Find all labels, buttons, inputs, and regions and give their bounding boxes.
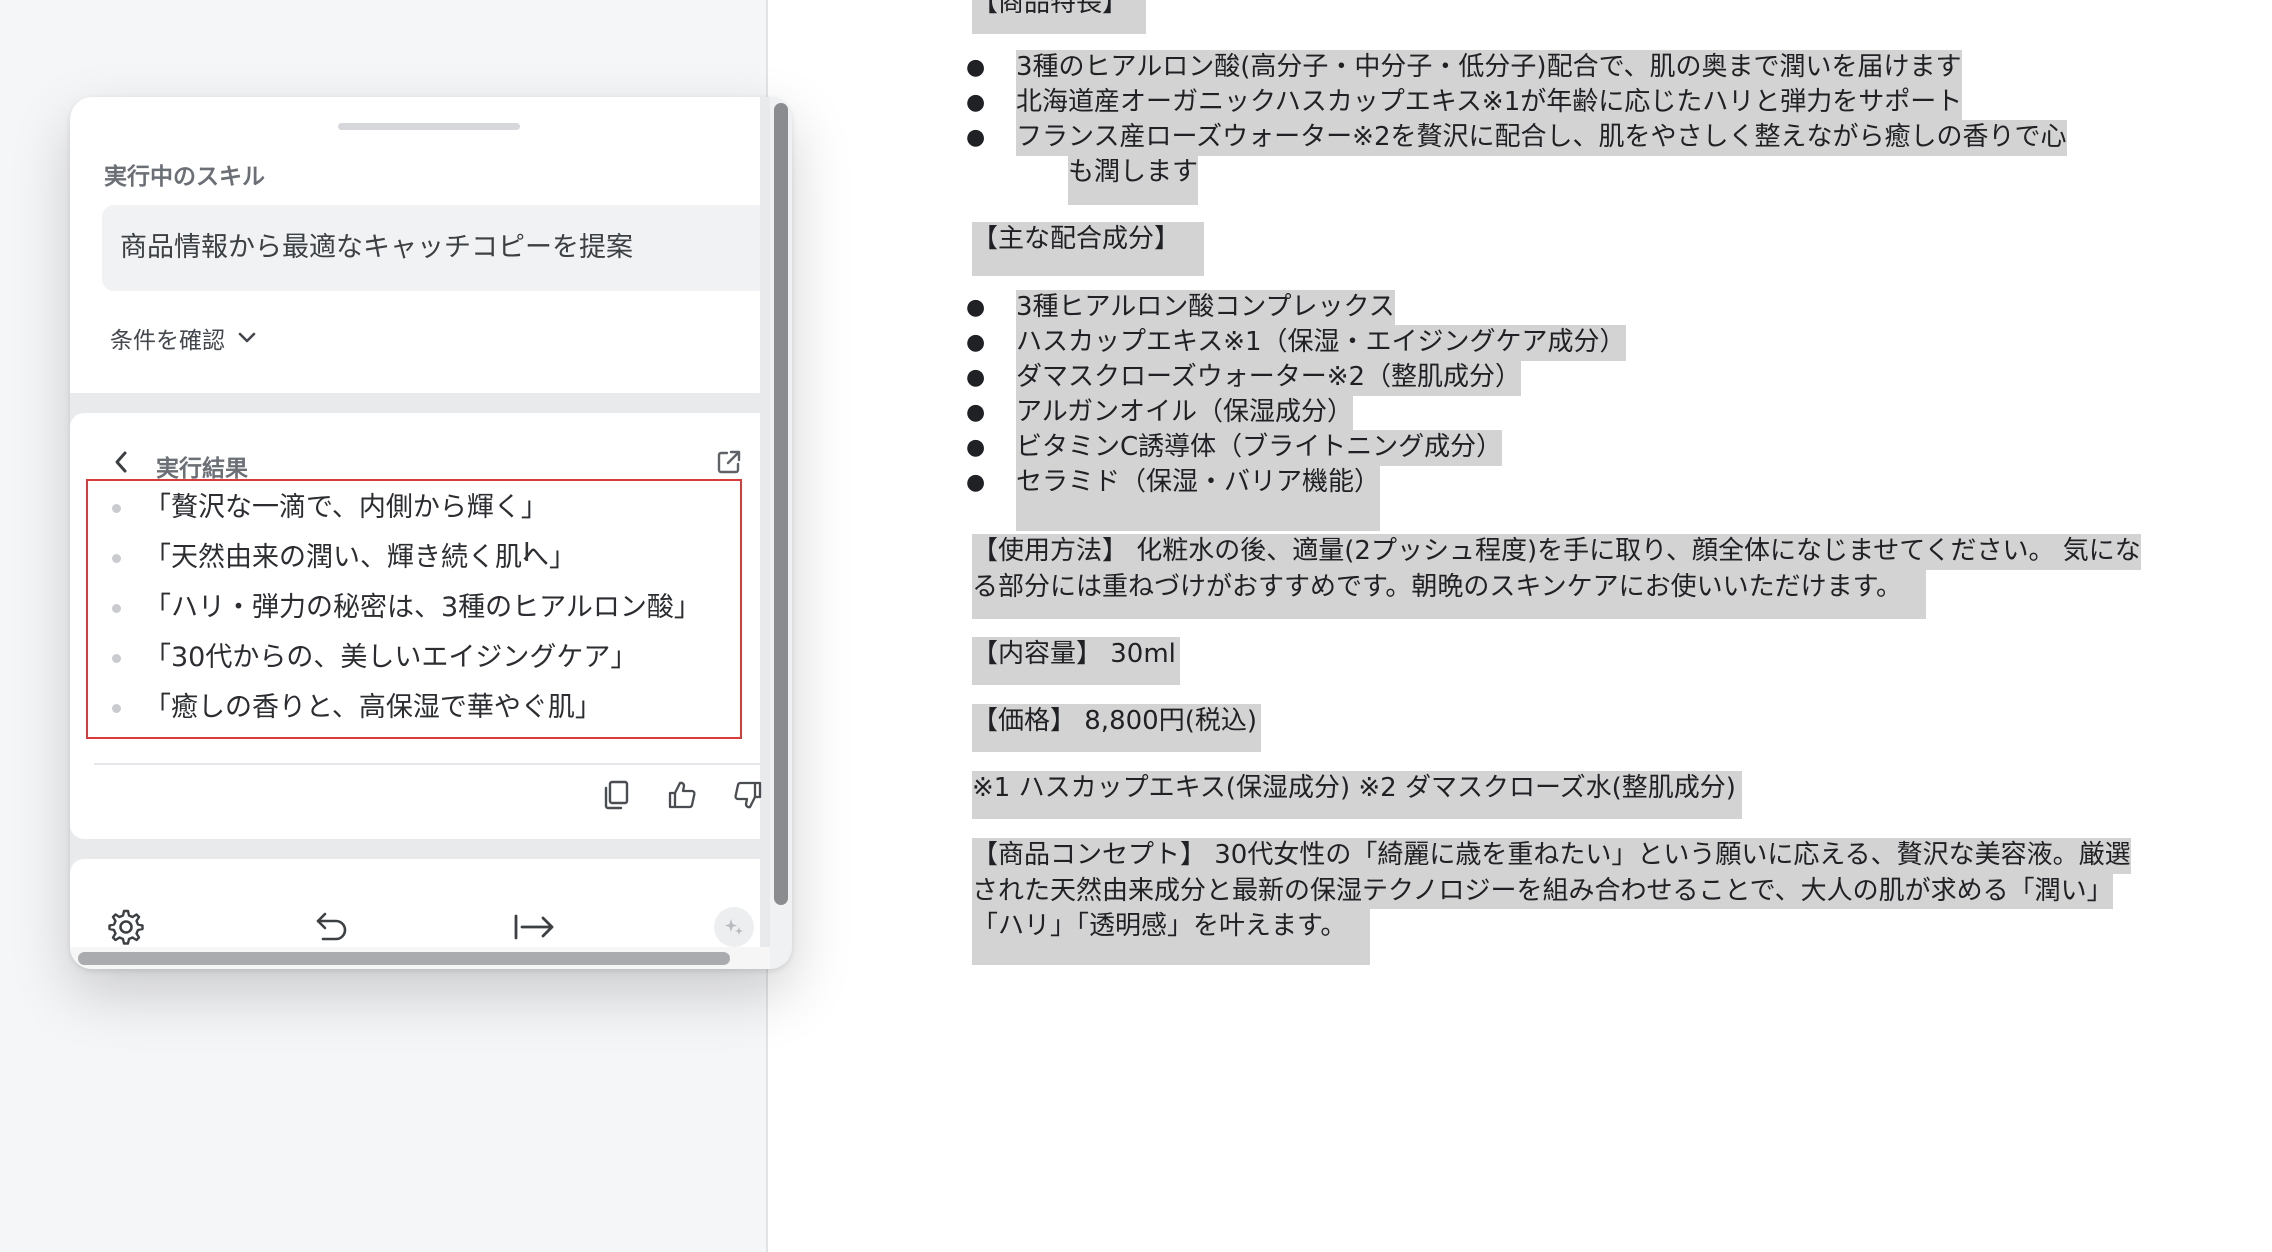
result-selection-box: 「贅沢な一滴で、内側から輝く」 「天然由来の潤い、輝き続く肌へ」 「ハリ・弾力の…	[86, 479, 742, 739]
ingredient-item: ハスカップエキス※1（保湿・エイジングケア成分）	[966, 325, 2166, 361]
copy-icon	[604, 780, 629, 810]
result-divider	[94, 763, 760, 765]
text-cursor-icon: I	[523, 538, 531, 568]
insert-arrow-icon	[514, 914, 554, 940]
result-list: 「贅沢な一滴で、内側から輝く」 「天然由来の潤い、輝き続く肌へ」 「ハリ・弾力の…	[88, 483, 701, 733]
left-pane: 実行中のスキル 商品情報から最適なキャッチコピーを提案 条件を確認 実行結果 「…	[0, 0, 792, 1252]
footer-buttons	[70, 905, 760, 949]
ingredient-item: ダマスクローズウォーター※2（整肌成分）	[966, 360, 2166, 396]
notes-line: ※1 ハスカップエキス(保湿成分) ※2 ダマスクローズ水(整肌成分)	[972, 771, 1742, 819]
result-item[interactable]: 「癒しの香りと、高保湿で華やぐ肌」	[88, 683, 701, 733]
volume-line: 【内容量】 30ml	[972, 637, 1180, 685]
ingredient-item: ビタミンC誘導体（ブライトニング成分）	[966, 430, 2166, 466]
ai-sparkle-icon	[725, 919, 743, 935]
undo-icon	[316, 912, 347, 941]
ingredient-item: 3種ヒアルロン酸コンプレックス	[966, 290, 2166, 326]
undo-button[interactable]	[310, 905, 354, 949]
copy-button[interactable]	[596, 775, 636, 815]
drag-handle[interactable]	[338, 123, 520, 130]
ingredient-item: アルガンオイル（保湿成分）	[966, 395, 2166, 431]
settings-gear-icon	[108, 909, 144, 945]
feature-item: フランス産ローズウォーター※2を贅沢に配合し、肌をやさしく整えながら癒しの香りで…	[966, 120, 2166, 156]
conditions-label: 条件を確認	[110, 328, 225, 354]
result-item[interactable]: 「ハリ・弾力の秘密は、3種のヒアルロン酸」	[88, 583, 701, 633]
thumbs-up-button[interactable]	[662, 775, 702, 815]
ai-assist-button[interactable]	[714, 907, 754, 947]
feature-item-continuation: も潤します	[1068, 155, 1199, 205]
open-external-button[interactable]	[714, 447, 744, 477]
open-external-icon	[717, 450, 741, 474]
result-item[interactable]: 「天然由来の潤い、輝き続く肌へ」	[88, 533, 701, 583]
horizontal-scrollbar[interactable]	[70, 947, 770, 969]
thumbs-down-button[interactable]	[728, 775, 768, 815]
chevron-down-icon	[238, 332, 256, 343]
feature-item: 3種のヒアルロン酸(高分子・中分子・低分子)配合で、肌の奥まで潤いを届けます	[966, 50, 2166, 86]
thumbs-down-icon	[734, 781, 762, 809]
ingredients-heading: 【主な配合成分】	[972, 222, 1205, 276]
features-heading: 【商品特長】	[972, 0, 1147, 34]
skill-panel: 実行中のスキル 商品情報から最適なキャッチコピーを提案 条件を確認 実行結果 「…	[70, 97, 792, 969]
price-line: 【価格】 8,800円(税込)	[972, 704, 1261, 752]
back-button[interactable]	[106, 447, 136, 477]
result-header: 実行結果	[106, 443, 792, 483]
result-card: 実行結果 「贅沢な一滴で、内側から輝く」 「天然由来の潤い、輝き続く肌へ」 「ハ…	[70, 413, 792, 839]
horizontal-scroll-thumb[interactable]	[78, 952, 730, 965]
result-title: 実行結果	[156, 456, 248, 482]
settings-button[interactable]	[104, 905, 148, 949]
result-item[interactable]: 「30代からの、美しいエイジングケア」	[88, 633, 701, 683]
ingredient-item: セラミド（保湿・バリア機能）	[966, 465, 2166, 531]
result-actions	[596, 775, 768, 815]
feature-item: 北海道産オーガニックハスカップエキス※1が年齢に応じたハリと弾力をサポート	[966, 85, 2166, 121]
skill-name-box: 商品情報から最適なキャッチコピーを提案	[102, 205, 760, 291]
skill-section-label: 実行中のスキル	[104, 164, 265, 190]
concept-paragraph: 【商品コンセプト】 30代女性の「綺麗に歳を重ねたい」という願いに応える、贅沢な…	[972, 838, 2131, 965]
vertical-scroll-thumb[interactable]	[774, 103, 788, 905]
skill-card: 実行中のスキル 商品情報から最適なキャッチコピーを提案 条件を確認	[70, 97, 760, 393]
thumbs-up-icon	[668, 781, 696, 809]
back-arrow-icon	[115, 451, 127, 473]
insert-button[interactable]	[510, 905, 560, 949]
conditions-toggle[interactable]: 条件を確認	[110, 321, 257, 355]
usage-paragraph: 【使用方法】 化粧水の後、適量(2プッシュ程度)を手に取り、顔全体になじませてく…	[972, 534, 2141, 619]
vertical-scrollbar[interactable]	[770, 97, 792, 969]
result-item[interactable]: 「贅沢な一滴で、内側から輝く」	[88, 483, 701, 533]
